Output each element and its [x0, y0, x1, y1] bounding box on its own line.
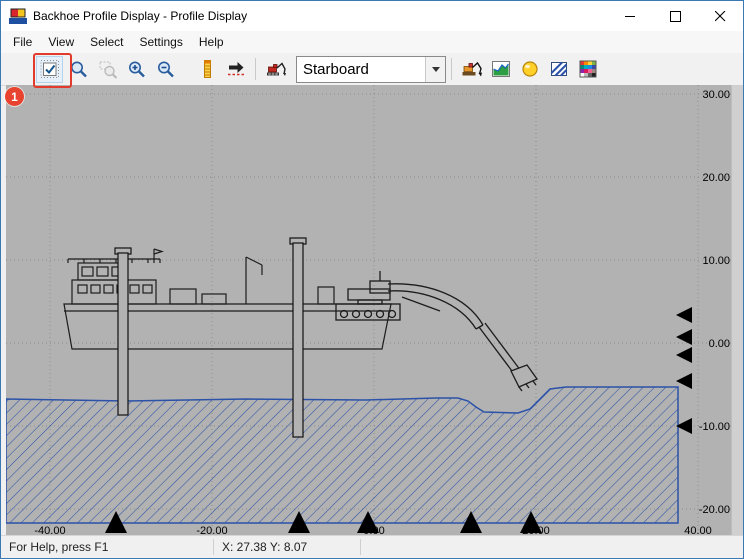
area-chart-button[interactable]	[487, 56, 514, 83]
menu-select[interactable]: Select	[82, 32, 131, 52]
zoom-tool-button[interactable]	[65, 56, 92, 83]
close-button[interactable]	[698, 1, 743, 31]
title-bar: Backhoe Profile Display - Profile Displa…	[1, 1, 743, 32]
y-axis-labels: 30.00 20.00 10.00 0.00 -10.00 -20.00	[699, 89, 730, 516]
toolbar-separator-2	[451, 58, 452, 80]
hatch-pattern-button[interactable]	[545, 56, 572, 83]
direction-arrow-icon	[226, 59, 246, 79]
ball-icon	[520, 59, 540, 79]
app-window: Backhoe Profile Display - Profile Displa…	[0, 0, 744, 559]
excavator	[336, 271, 537, 391]
hatch-pattern-icon	[549, 59, 569, 79]
zoom-out-icon	[156, 59, 176, 79]
svg-text:20.00: 20.00	[702, 172, 730, 184]
select-tool-button[interactable]	[36, 56, 63, 83]
svg-text:-10.00: -10.00	[699, 421, 730, 433]
staff-gauge-icon	[197, 59, 217, 79]
combo-dropdown-button[interactable]	[425, 57, 445, 82]
toolbar-separator	[255, 58, 256, 80]
staff-gauge-button[interactable]	[193, 56, 220, 83]
svg-text:10.00: 10.00	[702, 255, 730, 267]
status-coordinates: X: 27.38 Y: 8.07	[214, 536, 360, 558]
zoom-window-icon	[98, 59, 118, 79]
zoom-window-button[interactable]	[94, 56, 121, 83]
menu-settings[interactable]: Settings	[132, 32, 191, 52]
profile-scene: 30.00 20.00 10.00 0.00 -10.00 -20.00 -40…	[6, 85, 734, 537]
annotation-step-badge: 1	[5, 87, 24, 106]
chevron-down-icon	[432, 67, 440, 72]
toolbar: Starboard	[1, 53, 743, 86]
app-icon	[9, 8, 27, 24]
svg-text:-20.00: -20.00	[699, 504, 730, 516]
maximize-button[interactable]	[653, 1, 698, 31]
seabed-hatch-area	[6, 387, 678, 523]
direction-arrow-button[interactable]	[222, 56, 249, 83]
maximize-icon	[670, 11, 681, 22]
ball-marker-button[interactable]	[516, 56, 543, 83]
backhoe-profile-icon	[461, 59, 483, 79]
backhoe-select-button[interactable]	[262, 56, 289, 83]
zoom-out-button[interactable]	[152, 56, 179, 83]
menu-view[interactable]: View	[40, 32, 82, 52]
color-grid-button[interactable]	[574, 56, 601, 83]
right-margin-strip	[731, 85, 743, 537]
color-grid-icon	[578, 59, 598, 79]
menu-file[interactable]: File	[5, 32, 40, 52]
profile-side-selector[interactable]: Starboard	[296, 56, 446, 83]
close-icon	[715, 11, 726, 22]
window-controls	[608, 1, 743, 31]
backhoe-profile-view-button[interactable]	[458, 56, 485, 83]
dredger-vessel	[64, 249, 391, 349]
select-check-icon	[40, 59, 60, 79]
backhoe-icon	[265, 59, 287, 79]
zoom-in-icon	[127, 59, 147, 79]
svg-text:30.00: 30.00	[702, 89, 730, 101]
menu-bar: File View Select Settings Help	[1, 31, 743, 54]
status-help-text: For Help, press F1	[1, 536, 213, 558]
minimize-button[interactable]	[608, 1, 653, 31]
profile-side-value: Starboard	[297, 61, 425, 78]
area-chart-icon	[491, 59, 511, 79]
profile-plot-canvas[interactable]: 30.00 20.00 10.00 0.00 -10.00 -20.00 -40…	[6, 85, 734, 537]
svg-text:0.00: 0.00	[709, 338, 730, 350]
zoom-icon	[69, 59, 89, 79]
menu-help[interactable]: Help	[191, 32, 232, 52]
zoom-in-button[interactable]	[123, 56, 150, 83]
status-divider-2	[360, 539, 361, 555]
minimize-icon	[625, 11, 636, 22]
status-bar: For Help, press F1 X: 27.38 Y: 8.07	[1, 535, 743, 558]
window-title: Backhoe Profile Display - Profile Displa…	[33, 9, 247, 23]
